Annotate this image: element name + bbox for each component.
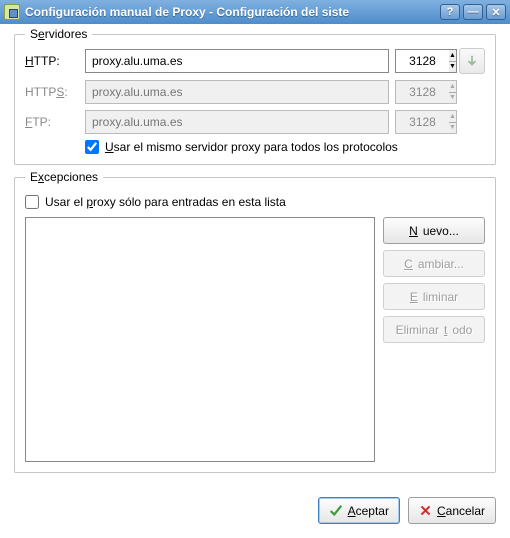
https-label: HTTPS: [25,85,79,99]
servers-legend: Servidores [25,27,92,41]
ftp-port-input [395,110,449,134]
delete-button: Eliminar [383,283,485,310]
delete-all-button: Eliminar todo [383,316,485,343]
change-button: Cambiar... [383,250,485,277]
spin-down-icon[interactable]: ▼ [449,62,456,73]
close-button[interactable]: ✕ [486,4,506,20]
apply-down-button[interactable] [459,48,485,74]
same-server-label[interactable]: Usar el mismo servidor proxy para todos … [105,140,398,154]
https-host-input [85,80,389,104]
titlebar: Configuración manual de Proxy - Configur… [0,0,510,24]
help-button[interactable]: ? [440,4,460,20]
http-host-input[interactable] [85,49,389,73]
new-button[interactable]: Nuevo... [383,217,485,244]
ftp-row: FTP: ▲▼ [25,110,485,134]
only-list-label[interactable]: Usar el proxy sólo para entradas en esta… [45,195,286,209]
exceptions-group: Excepciones Usar el proxy sólo para entr… [14,177,496,473]
ftp-host-input [85,110,389,134]
minimize-button[interactable]: — [463,4,483,20]
same-server-checkbox[interactable] [85,140,99,154]
ok-button[interactable]: Aceptar [318,497,400,524]
check-icon [329,504,343,518]
same-server-row: Usar el mismo servidor proxy para todos … [85,140,485,154]
only-list-checkbox[interactable] [25,195,39,209]
http-row: HTTP: ▲▼ [25,48,485,74]
https-port-spinner: ▲▼ [449,80,457,104]
https-row: HTTPS: ▲▼ [25,80,485,104]
window-title: Configuración manual de Proxy - Configur… [25,5,437,19]
http-port-input[interactable] [395,49,449,73]
x-icon [419,504,432,517]
ftp-port-spinner: ▲▼ [449,110,457,134]
exceptions-legend: Excepciones [25,170,103,184]
http-label: HTTP: [25,54,79,68]
https-port-input [395,80,449,104]
spin-up-icon[interactable]: ▲ [449,50,456,62]
app-icon [4,4,20,20]
only-list-row: Usar el proxy sólo para entradas en esta… [25,195,485,209]
arrow-down-icon [465,54,479,68]
cancel-button[interactable]: Cancelar [408,497,496,524]
ftp-label: FTP: [25,115,79,129]
exceptions-list[interactable] [25,217,375,462]
http-port-spinner[interactable]: ▲▼ [449,49,457,73]
servers-group: Servidores HTTP: ▲▼ HTTPS: ▲▼ FTP: [14,34,496,165]
dialog-footer: Aceptar Cancelar [14,497,496,524]
